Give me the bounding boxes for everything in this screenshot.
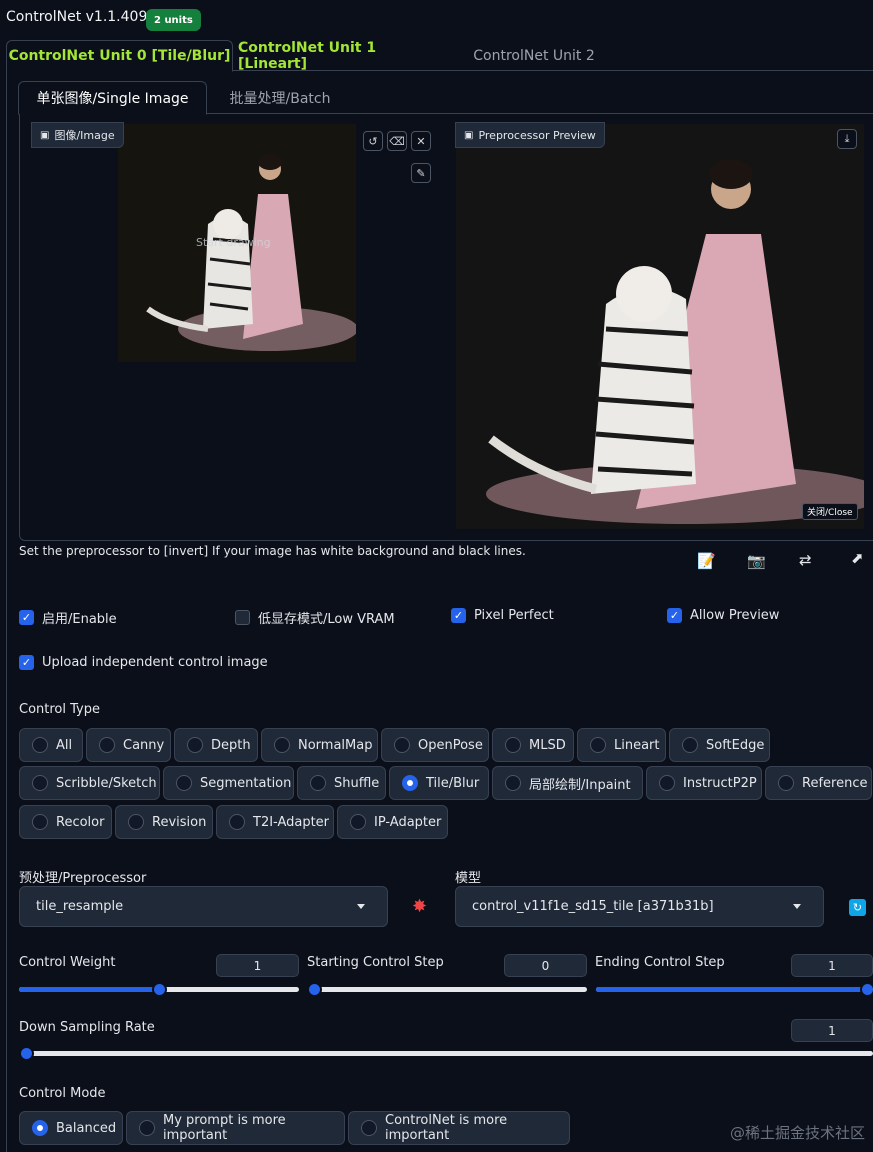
preprocessor-dropdown[interactable]: tile_resample xyxy=(19,886,388,927)
down-sampling-input[interactable]: 1 xyxy=(791,1019,873,1042)
check-icon: ✓ xyxy=(19,655,34,670)
start-drawing-overlay: Start drawing xyxy=(196,236,271,249)
preview-label: ▣ Preprocessor Preview xyxy=(455,122,605,148)
image-label: ▣ 图像/Image xyxy=(31,122,124,148)
control-type-depth[interactable]: Depth xyxy=(174,728,258,762)
low-vram-label: 低显存模式/Low VRAM xyxy=(258,612,395,627)
tab-single-image[interactable]: 单张图像/Single Image xyxy=(18,81,207,115)
pixel-perfect-label: Pixel Perfect xyxy=(474,608,554,623)
control-type-openpose[interactable]: OpenPose xyxy=(381,728,489,762)
preprocessor-label: 预处理/Preprocessor xyxy=(19,871,147,886)
control-type-scribble[interactable]: Scribble/Sketch xyxy=(19,766,160,800)
enable-checkbox[interactable]: ✓ 启用/Enable xyxy=(19,608,117,627)
chevron-down-icon xyxy=(793,904,801,909)
mode-tabs: 单张图像/Single Image 批量处理/Batch xyxy=(18,81,873,115)
upload-independent-checkbox[interactable]: ✓ Upload independent control image xyxy=(19,655,268,670)
allow-preview-checkbox[interactable]: ✓ Allow Preview xyxy=(667,608,779,623)
slider-thumb xyxy=(860,982,873,997)
tab-unit-0[interactable]: ControlNet Unit 0 [Tile/Blur] xyxy=(6,40,233,72)
tab-unit-2[interactable]: ControlNet Unit 2 xyxy=(454,40,614,72)
slider-thumb xyxy=(152,982,167,997)
allow-preview-label: Allow Preview xyxy=(690,608,780,623)
model-value: control_v11f1e_sd15_tile [a371b31b] xyxy=(472,899,714,914)
control-weight-slider[interactable] xyxy=(19,982,299,997)
model-label: 模型 xyxy=(455,871,482,886)
control-type-tile-blur[interactable]: Tile/Blur xyxy=(389,766,489,800)
preview-label-text: Preprocessor Preview xyxy=(478,128,596,142)
new-canvas-icon[interactable]: 📝 xyxy=(697,552,716,570)
control-type-softedge[interactable]: SoftEdge xyxy=(669,728,770,762)
control-type-shuffle[interactable]: Shuffle xyxy=(297,766,386,800)
tab-batch[interactable]: 批量处理/Batch xyxy=(210,81,350,115)
starting-step-label: Starting Control Step xyxy=(307,955,444,970)
preprocessor-hint: Set the preprocessor to [invert] If your… xyxy=(19,544,526,558)
control-type-normalmap[interactable]: NormalMap xyxy=(261,728,378,762)
control-type-revision[interactable]: Revision xyxy=(115,805,213,839)
control-type-reference[interactable]: Reference xyxy=(765,766,872,800)
control-type-segmentation[interactable]: Segmentation xyxy=(163,766,294,800)
ending-step-label: Ending Control Step xyxy=(595,955,725,970)
swap-icon[interactable]: ⇄ xyxy=(799,551,812,569)
slider-thumb xyxy=(19,1046,34,1061)
down-sampling-slider[interactable] xyxy=(19,1046,873,1061)
control-type-all[interactable]: All xyxy=(19,728,83,762)
control-mode-balanced[interactable]: Balanced xyxy=(19,1111,123,1145)
input-image-canvas[interactable]: Start drawing xyxy=(118,124,358,362)
image-label-text: 图像/Image xyxy=(54,129,115,142)
slider-thumb xyxy=(307,982,322,997)
control-type-inpaint[interactable]: 局部绘制/Inpaint xyxy=(492,766,643,800)
chevron-down-icon xyxy=(357,904,365,909)
model-dropdown[interactable]: control_v11f1e_sd15_tile [a371b31b] xyxy=(455,886,824,927)
control-type-canny[interactable]: Canny xyxy=(86,728,171,762)
control-type-instructp2p[interactable]: InstructP2P xyxy=(646,766,762,800)
preview-image xyxy=(456,124,873,529)
image-icon: ▣ xyxy=(464,129,474,141)
check-icon: ✓ xyxy=(451,608,466,623)
control-type-label: Control Type xyxy=(19,702,100,717)
preprocessor-value: tile_resample xyxy=(36,899,124,914)
control-type-recolor[interactable]: Recolor xyxy=(19,805,112,839)
app-title: ControlNet v1.1.409 xyxy=(6,9,148,25)
watermark: @稀土掘金技术社区 xyxy=(729,1124,865,1142)
brush-icon[interactable]: ✎ xyxy=(411,163,431,183)
tab-unit-1[interactable]: ControlNet Unit 1 [Lineart] xyxy=(238,40,438,72)
pixel-perfect-checkbox[interactable]: ✓ Pixel Perfect xyxy=(451,608,554,623)
run-preprocessor-icon[interactable]: ✸ xyxy=(412,896,427,917)
control-mode-prompt[interactable]: My prompt is more important xyxy=(126,1111,345,1145)
control-weight-input[interactable]: 1 xyxy=(216,954,299,977)
upload-independent-label: Upload independent control image xyxy=(42,655,268,670)
control-type-lineart[interactable]: Lineart xyxy=(577,728,666,762)
starting-step-input[interactable]: 0 xyxy=(504,954,587,977)
control-mode-controlnet[interactable]: ControlNet is more important xyxy=(348,1111,570,1145)
undo-icon[interactable]: ↺ xyxy=(363,131,383,151)
control-type-t2i-adapter[interactable]: T2I-Adapter xyxy=(216,805,334,839)
enable-label: 启用/Enable xyxy=(42,612,117,627)
low-vram-checkbox[interactable]: 低显存模式/Low VRAM xyxy=(235,608,395,627)
unchecked-box xyxy=(235,610,250,625)
close-preview-button[interactable]: 关闭/Close xyxy=(802,503,858,520)
download-icon[interactable]: ⤓ xyxy=(837,129,857,149)
ending-step-slider[interactable] xyxy=(596,982,873,997)
unit-tabs: ControlNet Unit 0 [Tile/Blur] ControlNet… xyxy=(6,40,873,72)
units-badge: 2 units xyxy=(146,9,201,31)
camera-icon[interactable]: 📷 xyxy=(747,552,766,570)
control-type-ip-adapter[interactable]: IP-Adapter xyxy=(337,805,448,839)
starting-step-slider[interactable] xyxy=(307,982,587,997)
check-icon: ✓ xyxy=(19,610,34,625)
control-weight-label: Control Weight xyxy=(19,955,116,970)
control-mode-label: Control Mode xyxy=(19,1086,106,1101)
send-dimensions-icon[interactable]: ⬈ xyxy=(851,549,864,567)
ending-step-input[interactable]: 1 xyxy=(791,954,873,977)
refresh-icon[interactable]: ↻ xyxy=(849,899,866,916)
close-icon[interactable]: ✕ xyxy=(411,131,431,151)
control-type-mlsd[interactable]: MLSD xyxy=(492,728,574,762)
check-icon: ✓ xyxy=(667,608,682,623)
eraser-icon[interactable]: ⌫ xyxy=(387,131,407,151)
image-icon: ▣ xyxy=(40,129,50,141)
down-sampling-label: Down Sampling Rate xyxy=(19,1020,155,1035)
